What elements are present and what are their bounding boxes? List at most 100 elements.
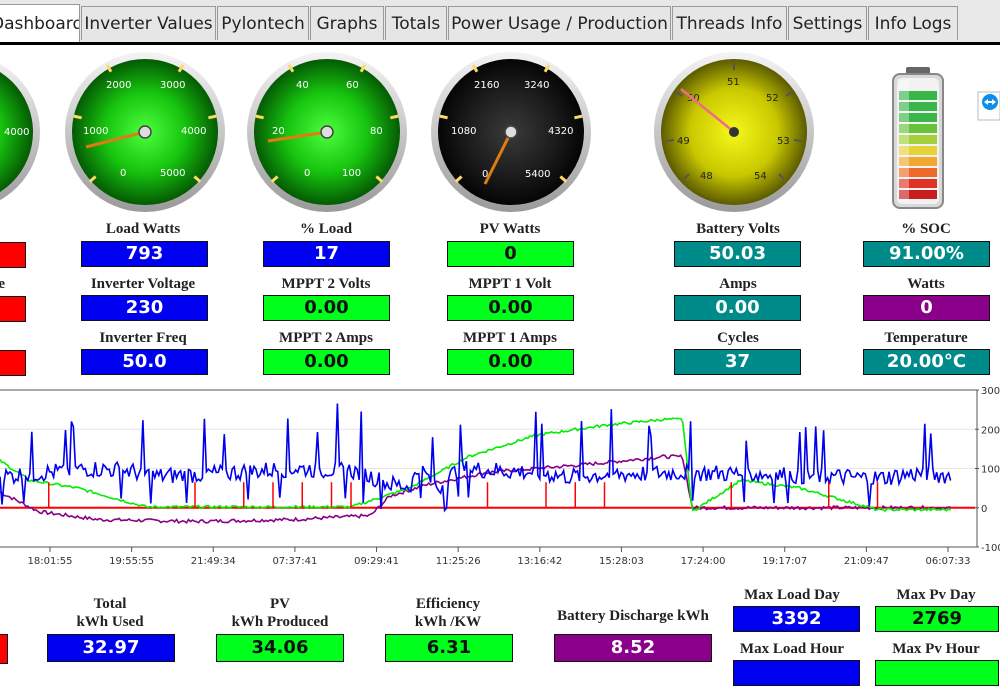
chart-y-tick-label: 1000 bbox=[981, 465, 1000, 476]
tab-label: Settings bbox=[792, 14, 863, 34]
chart-x-tick-label: 13:16:42 bbox=[517, 556, 562, 567]
partial-value-box bbox=[0, 296, 26, 322]
chart-x-tick-label: 07:37:41 bbox=[272, 556, 317, 567]
temperature-value: 20.00°C bbox=[863, 349, 990, 375]
inverter-voltage-value: 230 bbox=[81, 295, 208, 321]
gauge-tick-label: 0 bbox=[120, 168, 126, 179]
inverter-voltage-label: Inverter Voltage bbox=[90, 276, 196, 292]
partial-value-box bbox=[0, 350, 26, 376]
gauge-tick-label: 3240 bbox=[524, 80, 549, 91]
tab-label: Graphs bbox=[316, 14, 378, 34]
mppt1-amps-label: MPPT 1 Amps bbox=[463, 330, 557, 346]
mppt2-volts-label: MPPT 2 Volts bbox=[281, 276, 371, 292]
gauge-tick-label: 0 bbox=[304, 168, 310, 179]
teamviewer-icon[interactable] bbox=[977, 91, 1000, 121]
total-kwh-used-value: 32.97 bbox=[47, 634, 175, 662]
label-text: PV kWh Produced bbox=[231, 596, 329, 630]
label-text: Total kWh Used bbox=[76, 596, 144, 630]
partial-value-box bbox=[0, 242, 26, 268]
battery-watts-value: 0 bbox=[863, 295, 990, 321]
battery-discharge-label: Battery Discharge kWh bbox=[557, 608, 709, 624]
gauge-tick-label: 4320 bbox=[548, 126, 573, 137]
cycles-label: Cycles bbox=[717, 330, 759, 346]
gauge-tick-label: 52 bbox=[766, 93, 779, 104]
gauge-tick-label: 2160 bbox=[474, 80, 499, 91]
label-text: Efficiency kWh /KW bbox=[414, 596, 482, 630]
mppt2-amps-label: MPPT 2 Amps bbox=[279, 330, 373, 346]
gauge-pv-watts: 0 1080 2160 3240 4320 5400 bbox=[431, 52, 591, 212]
efficiency-value: 6.31 bbox=[385, 634, 513, 662]
chart-x-tick-label: 19:55:55 bbox=[109, 556, 154, 567]
chart-x-tick-label: 06:07:33 bbox=[926, 556, 971, 567]
chart-y-tick-label: 2000 bbox=[981, 425, 1000, 436]
battery-volts-value: 50.03 bbox=[674, 241, 801, 267]
tab-label: Totals bbox=[391, 14, 441, 34]
gauge-tick-label: 1080 bbox=[451, 126, 476, 137]
gauge-tick-label: 54 bbox=[754, 171, 767, 182]
gauge-tick-label: 40 bbox=[296, 80, 309, 91]
max-pv-day-value: 2769 bbox=[875, 606, 999, 632]
total-kwh-used-label: Total kWh Used bbox=[25, 595, 195, 631]
chart-x-tick-label: 09:29:41 bbox=[354, 556, 399, 567]
tab-dashboard-2[interactable]: Dashboard 2 bbox=[0, 4, 80, 43]
chart-x-tick-label: 17:24:00 bbox=[681, 556, 726, 567]
gauge-tick-label: 100 bbox=[342, 168, 361, 179]
partial-summary-box bbox=[0, 634, 8, 664]
tab-totals[interactable]: Totals bbox=[385, 6, 447, 40]
soc-label: % SOC bbox=[901, 221, 951, 237]
load-percent-value: 17 bbox=[263, 241, 390, 267]
soc-value: 91.00% bbox=[863, 241, 990, 267]
pv-kwh-produced-value: 34.06 bbox=[216, 634, 344, 662]
tab-threads-info[interactable]: Threads Info bbox=[672, 6, 787, 40]
gauge-tick-label: 5400 bbox=[525, 169, 550, 180]
battery-watts-label: Watts bbox=[907, 276, 945, 292]
chart-x-tick-label: 11:25:26 bbox=[436, 556, 481, 567]
pv-watts-value: 0 bbox=[447, 241, 574, 267]
mppt2-amps-value: 0.00 bbox=[263, 349, 390, 375]
load-percent-label: % Load bbox=[299, 221, 353, 237]
max-load-hour-label: Max Load Hour bbox=[739, 641, 845, 657]
load-watts-label: Load Watts bbox=[105, 221, 181, 237]
tab-pylontech[interactable]: Pylontech bbox=[217, 6, 309, 40]
gauge-tick-label: 3000 bbox=[160, 80, 185, 91]
tab-settings[interactable]: Settings bbox=[788, 6, 867, 40]
tab-label: Power Usage / Production bbox=[451, 14, 668, 34]
max-pv-hour-label: Max Pv Hour bbox=[892, 641, 980, 657]
tab-label: Pylontech bbox=[221, 14, 305, 34]
tab-label: Dashboard 2 bbox=[0, 14, 80, 34]
gauge-tick-label: 48 bbox=[700, 171, 713, 182]
partial-label: e bbox=[0, 276, 5, 292]
chart-x-tick-label: 21:49:34 bbox=[191, 556, 236, 567]
tab-label: Info Logs bbox=[874, 14, 952, 34]
inverter-freq-label: Inverter Freq bbox=[99, 330, 187, 346]
tab-power-usage-production[interactable]: Power Usage / Production bbox=[448, 6, 671, 40]
tab-inverter-values[interactable]: Inverter Values bbox=[81, 6, 216, 40]
gauge-load-percent: 0 20 40 60 80 100 bbox=[247, 52, 407, 212]
load-watts-value: 793 bbox=[81, 241, 208, 267]
efficiency-label: Efficiency kWh /KW bbox=[363, 595, 533, 631]
gauge-tick-label: 5000 bbox=[160, 168, 185, 179]
battery-discharge-value: 8.52 bbox=[554, 634, 712, 662]
mppt1-amps-value: 0.00 bbox=[447, 349, 574, 375]
max-load-day-value: 3392 bbox=[733, 606, 860, 632]
battery-volts-label: Battery Volts bbox=[696, 221, 780, 237]
gauge-tick-label: 4000 bbox=[181, 126, 206, 137]
chart-x-tick-label: 19:17:07 bbox=[762, 556, 807, 567]
mppt1-volt-value: 0.00 bbox=[447, 295, 574, 321]
chart-x-tick-label: 18:01:55 bbox=[28, 556, 73, 567]
tab-graphs[interactable]: Graphs bbox=[310, 6, 384, 40]
mppt1-volt-label: MPPT 1 Volt bbox=[468, 276, 552, 292]
battery-icon bbox=[892, 67, 944, 209]
gauge-load-watts: 0 1000 2000 3000 4000 5000 bbox=[65, 52, 225, 212]
gauge-tick-label: 49 bbox=[677, 136, 690, 147]
pv-kwh-produced-label: PV kWh Produced bbox=[195, 595, 365, 631]
gauge-tick-label: 1000 bbox=[83, 126, 108, 137]
max-load-day-label: Max Load Day bbox=[744, 587, 840, 603]
inverter-freq-value: 50.0 bbox=[81, 349, 208, 375]
gauge-tick-label: 80 bbox=[370, 126, 383, 137]
chart-y-tick-label: 3000 bbox=[981, 386, 1000, 397]
tab-bar: Dashboard 2 Inverter Values Pylontech Gr… bbox=[0, 0, 1000, 44]
tab-info-logs[interactable]: Info Logs bbox=[868, 6, 958, 40]
gauge-tick-label: 53 bbox=[777, 136, 790, 147]
tab-label: Inverter Values bbox=[84, 14, 213, 34]
